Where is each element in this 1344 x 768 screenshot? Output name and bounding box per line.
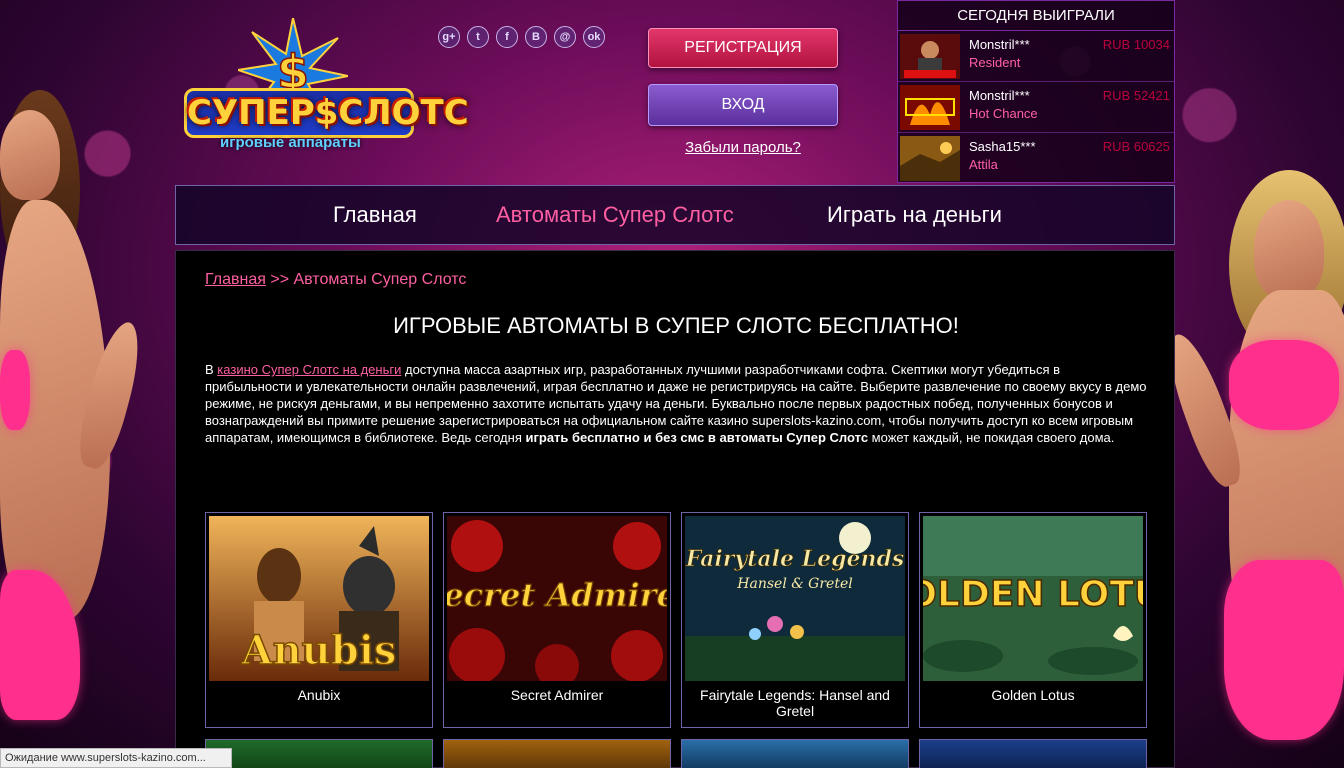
fairytale-art-subtext: Hansel & Gretel — [736, 576, 852, 592]
vk-icon[interactable]: B — [525, 26, 547, 48]
winner-game: Hot Chance — [969, 106, 1038, 121]
attila-thumbnail — [900, 136, 960, 181]
game-title: Secret Admirer — [510, 687, 604, 703]
site-logo[interactable]: $ СУПЕР$СЛОТС игровые аппараты — [178, 18, 469, 158]
winner-user: Sasha15*** — [969, 139, 1036, 154]
logo-subtitle: игровые аппараты — [220, 134, 361, 151]
golden-lotus-artwork: GOLDEN LOTUS — [923, 516, 1143, 681]
winner-row[interactable]: Sasha15*** Attila RUB 60625 — [898, 133, 1174, 184]
fairytale-legends-artwork: Fairytale Legends Hansel & Gretel — [685, 516, 905, 681]
logo-brand-text: СУПЕР$СЛОТС — [184, 88, 469, 138]
game-card[interactable]: GOLDEN LOTUS Golden Lotus — [919, 512, 1147, 728]
game-card[interactable]: Secret Admirer Secret Admirer — [443, 512, 671, 728]
mail-icon[interactable]: @ — [554, 26, 576, 48]
register-button[interactable]: РЕГИСТРАЦИЯ — [648, 28, 838, 68]
social-links: g+ t f B @ ok — [438, 26, 605, 48]
facebook-icon[interactable]: f — [496, 26, 518, 48]
breadcrumb-home-link[interactable]: Главная — [205, 271, 266, 288]
winner-row[interactable]: Monstril*** Hot Chance RUB 52421 — [898, 82, 1174, 133]
intro-paragraph: В казино Супер Слотс на деньги доступна … — [205, 362, 1147, 445]
secret-admirer-artwork: Secret Admirer — [447, 516, 667, 681]
anubis-artwork: Anubis — [209, 516, 429, 681]
right-model-image — [1157, 90, 1344, 768]
winners-title: СЕГОДНЯ ВЫИГРАЛИ — [898, 1, 1174, 31]
secret-admirer-art-text: Secret Admirer — [447, 576, 667, 614]
resident-thumbnail — [900, 34, 960, 79]
winner-amount: RUB 10034 — [1102, 37, 1170, 52]
main-content: Главная >> Автоматы Супер Слотс ИГРОВЫЕ … — [175, 250, 1175, 768]
forgot-password-link[interactable]: Забыли пароль? — [648, 139, 838, 156]
left-model-image — [0, 90, 170, 768]
breadcrumb-separator: >> — [265, 271, 294, 288]
twitter-icon[interactable]: t — [467, 26, 489, 48]
nav-item-play-money[interactable]: Играть на деньги — [827, 186, 1002, 244]
game-card[interactable]: Fairytale Legends Hansel & Gretel Fairyt… — [681, 512, 909, 728]
anubis-art-text: Anubis — [241, 627, 397, 674]
game-card[interactable] — [205, 739, 433, 768]
winner-amount: RUB 52421 — [1102, 88, 1170, 103]
casino-money-link[interactable]: казино Супер Слотс на деньги — [217, 362, 401, 377]
winners-panel: СЕГОДНЯ ВЫИГРАЛИ Monstril*** Resident RU… — [897, 0, 1175, 183]
google-plus-icon[interactable]: g+ — [438, 26, 460, 48]
breadcrumb-current: Автоматы Супер Слотс — [293, 271, 467, 288]
page-title: ИГРОВЫЕ АВТОМАТЫ В СУПЕР СЛОТС БЕСПЛАТНО… — [393, 313, 959, 338]
nav-item-slots[interactable]: Автоматы Супер Слотс — [496, 186, 734, 244]
hot-chance-thumbnail — [900, 85, 960, 130]
breadcrumb: Главная >> Автоматы Супер Слотс — [205, 271, 466, 289]
winner-user: Monstril*** — [969, 88, 1030, 103]
login-button[interactable]: ВХОД — [648, 84, 838, 126]
winner-row[interactable]: Monstril*** Resident RUB 10034 — [898, 31, 1174, 82]
game-title: Golden Lotus — [991, 687, 1075, 703]
main-nav: Главная Автоматы Супер Слотс Играть на д… — [175, 185, 1175, 245]
game-card[interactable] — [919, 739, 1147, 768]
nav-item-home[interactable]: Главная — [333, 186, 417, 244]
game-title: Anubix — [297, 687, 341, 703]
game-card[interactable]: Anubis Anubix — [205, 512, 433, 728]
golden-lotus-art-text: GOLDEN LOTUS — [923, 574, 1143, 615]
winner-user: Monstril*** — [969, 37, 1030, 52]
fairytale-art-text: Fairytale Legends — [685, 546, 904, 572]
odnoklassniki-icon[interactable]: ok — [583, 26, 605, 48]
game-card[interactable] — [681, 739, 909, 768]
winner-game: Resident — [969, 55, 1021, 70]
winner-amount: RUB 60625 — [1102, 139, 1170, 154]
winner-game: Attila — [969, 157, 998, 172]
game-title: Fairytale Legends: Hansel and Gretel — [700, 687, 890, 719]
game-card[interactable] — [443, 739, 671, 768]
browser-status-bar: Ожидание www.superslots-kazino.com... — [0, 748, 232, 768]
